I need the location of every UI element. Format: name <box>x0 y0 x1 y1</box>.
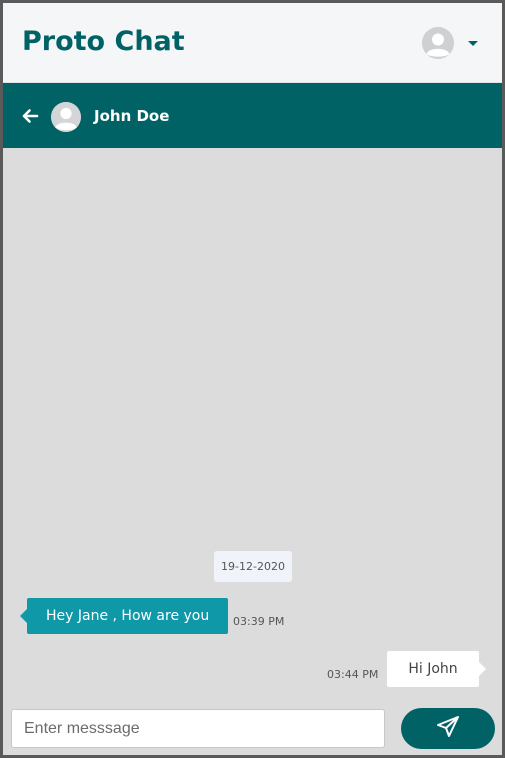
arrow-left-icon[interactable] <box>20 106 40 126</box>
contact-avatar-icon <box>51 102 81 132</box>
message-input[interactable] <box>11 709 385 748</box>
chat-header: John Doe <box>3 83 502 148</box>
caret-down-icon[interactable] <box>468 40 478 46</box>
send-button[interactable] <box>401 708 495 749</box>
paper-plane-icon <box>436 715 460 742</box>
message-bubble-incoming: Hey Jane , How are you <box>19 598 229 634</box>
brand-title: Proto Chat <box>22 26 185 57</box>
message-timestamp: 03:44 PM <box>327 668 379 681</box>
user-avatar-icon[interactable] <box>422 27 454 59</box>
app-header: Proto Chat <box>3 3 502 83</box>
contact-name: John Doe <box>94 107 170 125</box>
date-separator: 19-12-2020 <box>214 551 292 582</box>
message-bubble-outgoing: Hi John <box>387 651 486 687</box>
profile-menu[interactable] <box>422 27 478 59</box>
message-timestamp: 03:39 PM <box>233 615 285 628</box>
chat-app: Proto Chat John Doe 19-12-2020 Hey Jane … <box>3 3 502 755</box>
